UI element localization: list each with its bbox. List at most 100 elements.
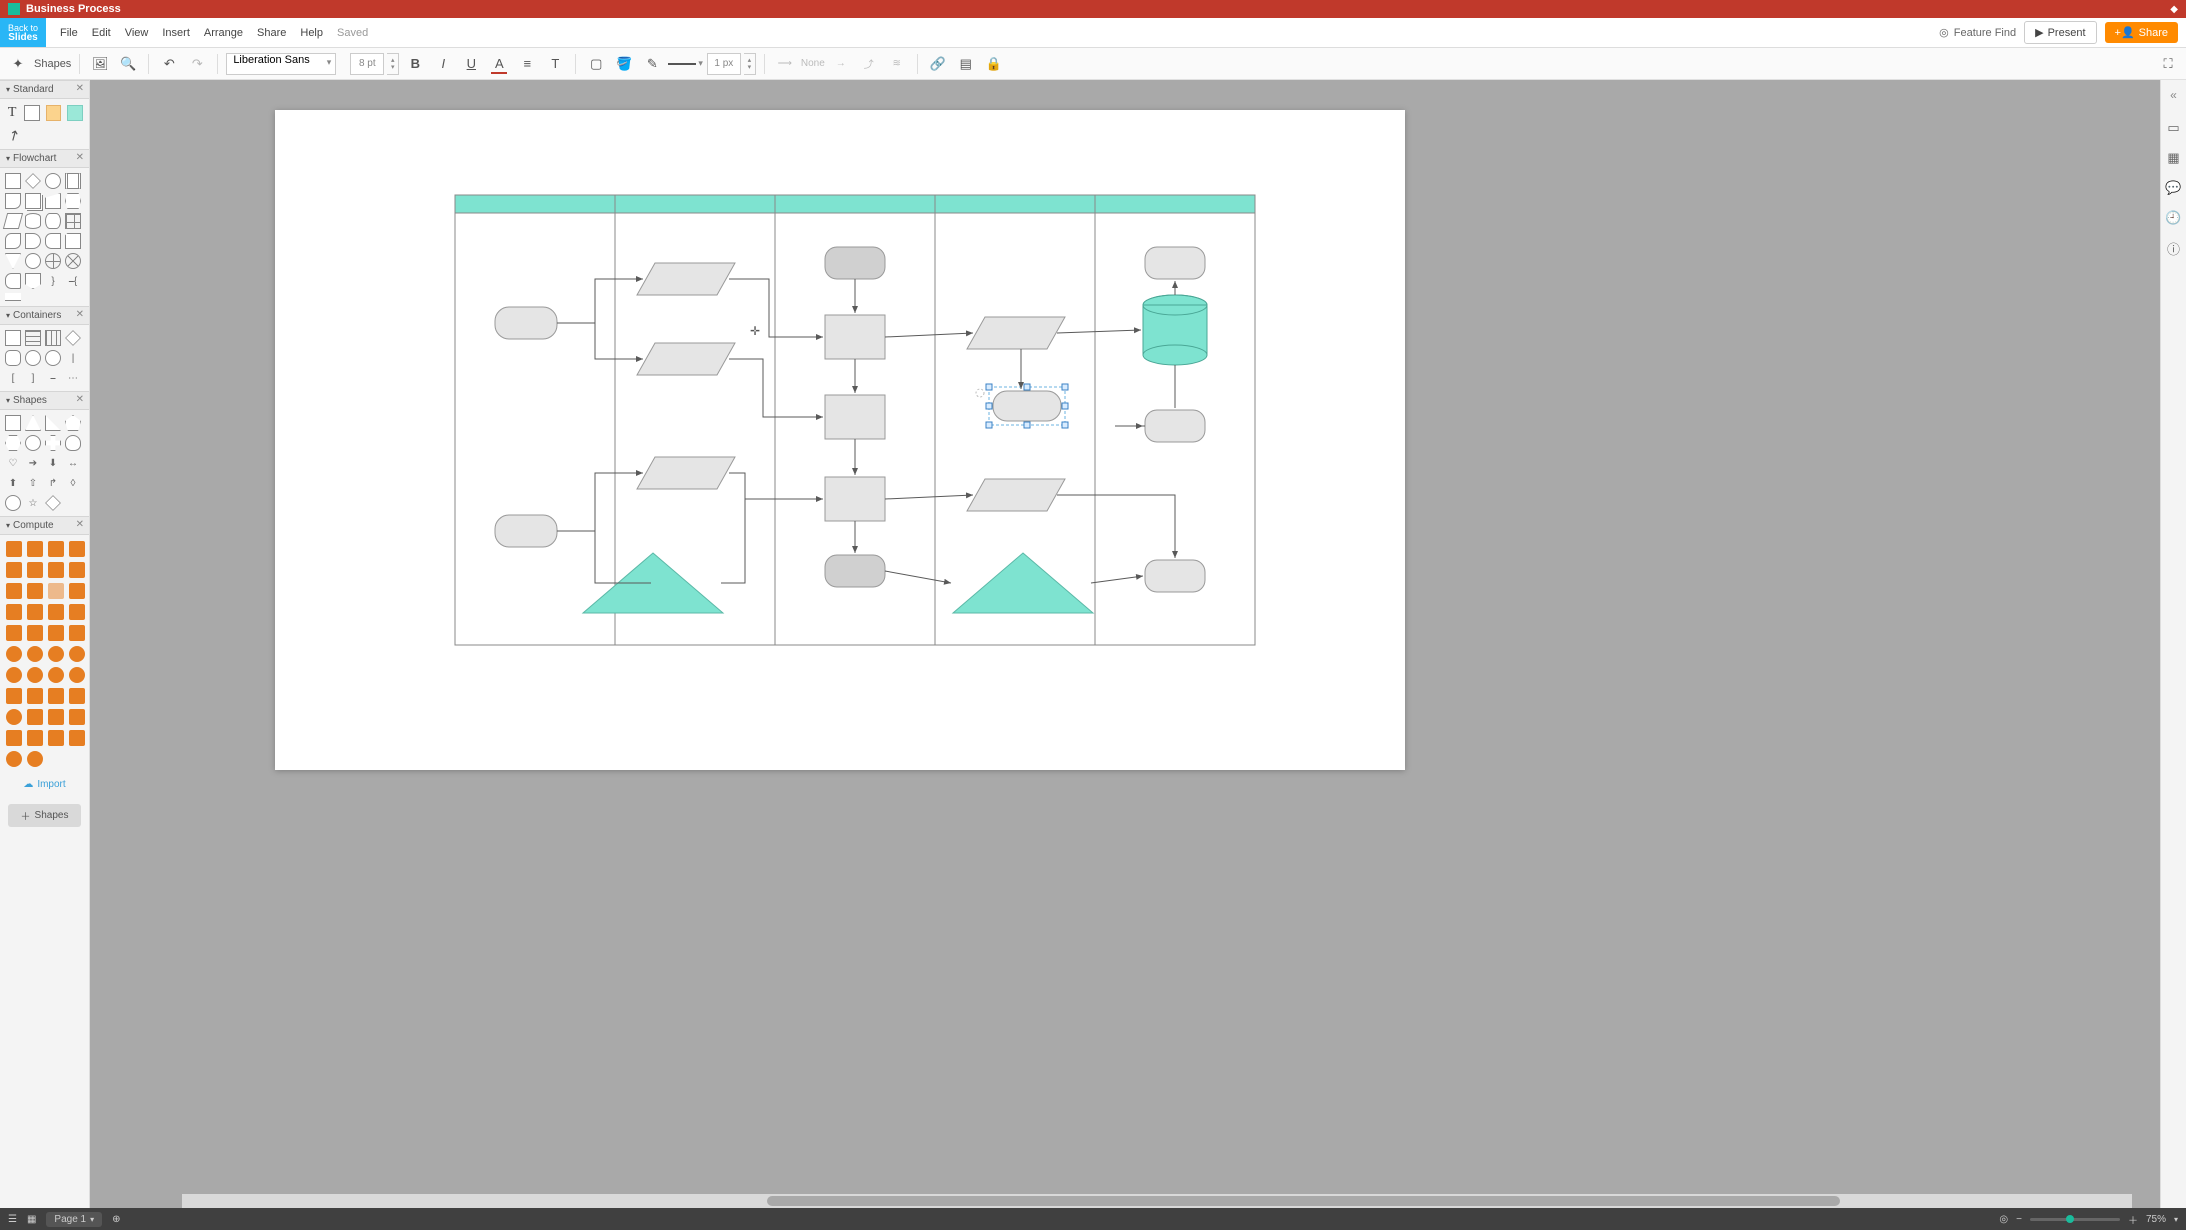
window-control-dot[interactable]: ◆ (2170, 4, 2178, 15)
compute-shape[interactable] (48, 541, 64, 557)
menu-file[interactable]: File (60, 27, 78, 39)
swimlane-diagram[interactable]: ✛ (455, 195, 1255, 645)
sh-arrow-u[interactable]: ⬆ (5, 475, 21, 491)
page-tab[interactable]: Page 1 ▾ (46, 1212, 102, 1227)
help-icon[interactable]: ⓘ (2166, 240, 2182, 256)
compute-shape[interactable] (27, 625, 43, 641)
expand-dock-icon[interactable]: « (2170, 88, 2177, 102)
selection-handle[interactable] (1062, 384, 1068, 390)
sh-rtriangle[interactable] (45, 415, 61, 431)
fill-color-button[interactable]: 🪣 (612, 52, 636, 76)
close-icon[interactable]: ✕ (76, 309, 84, 320)
sh-arrow-bend[interactable]: ↱ (45, 475, 61, 491)
compute-shape[interactable] (6, 709, 22, 725)
database-bottom[interactable] (1143, 345, 1207, 365)
compute-shape[interactable] (69, 583, 85, 599)
sh-triangle[interactable] (25, 415, 41, 431)
compute-shape[interactable] (6, 625, 22, 641)
text-block-tool[interactable] (24, 105, 40, 121)
sh-arrow-r[interactable]: ➔ (25, 455, 41, 471)
fc-offpage[interactable] (25, 273, 41, 289)
compute-shape[interactable] (27, 541, 43, 557)
fc-note[interactable]: ⎯{ (65, 273, 81, 289)
menu-share[interactable]: Share (257, 27, 286, 39)
present-button[interactable]: ▶ Present (2024, 21, 2096, 44)
panel-header-compute[interactable]: ▾ Compute ✕ (0, 516, 89, 535)
undo-button[interactable]: ↶ (157, 52, 181, 76)
terminator-lane5-bottom[interactable] (1145, 560, 1205, 592)
terminator-start-1[interactable] (495, 307, 557, 339)
ct-rectangle[interactable] (5, 330, 21, 346)
compute-shape[interactable] (69, 646, 85, 662)
menu-help[interactable]: Help (300, 27, 323, 39)
compute-shape[interactable] (69, 562, 85, 578)
image-button[interactable]: 🖼 (88, 52, 112, 76)
compute-shape[interactable] (27, 646, 43, 662)
connector[interactable] (1057, 330, 1141, 333)
fc-terminator[interactable] (45, 173, 61, 189)
history-icon[interactable]: 🕘 (2166, 210, 2182, 226)
compute-shape[interactable] (27, 604, 43, 620)
menu-insert[interactable]: Insert (162, 27, 190, 39)
data-shape-5[interactable] (967, 479, 1065, 511)
lock-button[interactable]: 🔒 (982, 52, 1006, 76)
border-color-button[interactable]: ✎ (640, 52, 664, 76)
compute-shape[interactable] (6, 646, 22, 662)
line-routing-button[interactable]: ⤴ (857, 52, 881, 76)
ct-pill[interactable] (25, 350, 41, 366)
compute-shape[interactable] (27, 709, 43, 725)
line-jump-button[interactable]: ≋ (885, 52, 909, 76)
connector[interactable] (885, 495, 973, 499)
shapes-menu-button[interactable]: ✦ (6, 52, 30, 76)
canvas-viewport[interactable]: ✛ (90, 80, 2160, 1208)
bold-button[interactable]: B (403, 52, 427, 76)
add-shapes-button[interactable]: ＋ Shapes (8, 804, 81, 827)
selection-handle[interactable] (986, 384, 992, 390)
data-shape-4[interactable] (967, 317, 1065, 349)
text-tool[interactable]: T (6, 105, 18, 121)
fc-card[interactable] (65, 233, 81, 249)
compute-shape[interactable] (6, 751, 22, 767)
selection-handle[interactable] (1024, 422, 1030, 428)
connector[interactable] (729, 279, 823, 337)
ct-brace-left[interactable]: | (65, 350, 81, 366)
line-width-field[interactable]: 1 px (707, 53, 741, 75)
compute-shape[interactable] (6, 730, 22, 746)
ct-dash[interactable]: ⎯ (45, 370, 61, 386)
page-properties-icon[interactable]: ▭ (2166, 120, 2182, 136)
terminator-lane5-mid[interactable] (1145, 410, 1205, 442)
close-icon[interactable]: ✕ (76, 394, 84, 405)
fc-summing[interactable] (65, 253, 81, 269)
fc-process[interactable] (5, 173, 21, 189)
fc-document[interactable] (5, 193, 21, 209)
compute-shape[interactable] (48, 625, 64, 641)
connector[interactable] (1091, 576, 1143, 583)
align-button[interactable]: ≡ (515, 52, 539, 76)
panel-header-shapes[interactable]: ▾ Shapes ✕ (0, 391, 89, 410)
font-size-field[interactable]: 8 pt (350, 53, 384, 75)
sh-cloud[interactable] (65, 435, 81, 451)
process-1[interactable] (825, 315, 885, 359)
chevron-down-icon[interactable]: ▾ (2174, 1215, 2178, 1224)
compute-shape[interactable] (48, 667, 64, 683)
link-button[interactable]: 🔗 (926, 52, 950, 76)
fc-stored-data[interactable] (45, 233, 61, 249)
fc-preparation[interactable] (65, 193, 81, 209)
connector[interactable] (1057, 495, 1175, 558)
arrow-start-select[interactable]: ⟶ (773, 52, 797, 76)
menu-view[interactable]: View (125, 27, 149, 39)
compute-shape[interactable] (48, 646, 64, 662)
ct-swimlane-h[interactable] (25, 330, 41, 346)
close-icon[interactable]: ✕ (76, 152, 84, 163)
process-2[interactable] (825, 395, 885, 439)
connector[interactable] (729, 359, 823, 417)
terminator-lane5-top[interactable] (1145, 247, 1205, 279)
zoom-slider[interactable] (2030, 1218, 2120, 1221)
compute-shape[interactable] (6, 667, 22, 683)
fc-display[interactable] (5, 273, 21, 289)
compute-shape[interactable] (69, 625, 85, 641)
fc-data[interactable] (3, 213, 23, 229)
italic-button[interactable]: I (431, 52, 455, 76)
compute-shape[interactable] (48, 604, 64, 620)
fc-predefined[interactable] (65, 173, 81, 189)
